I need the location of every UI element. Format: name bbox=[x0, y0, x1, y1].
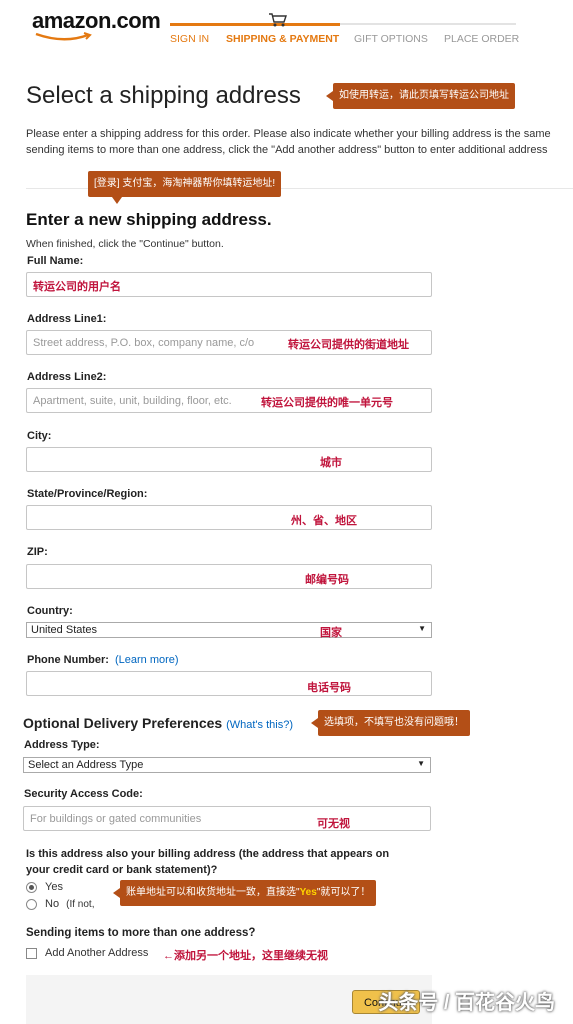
security-code-input[interactable]: For buildings or gated communities 可无视 bbox=[23, 806, 431, 831]
watermark: 头条号 / 百花谷火鸟 bbox=[378, 992, 555, 1014]
security-code-annotation: 可无视 bbox=[317, 818, 350, 830]
billing-annotation-note: 账单地址可以和收货地址一致，直接选"Yes"就可以了！ bbox=[112, 880, 377, 906]
address-type-value: Select an Address Type bbox=[28, 759, 144, 771]
state-input[interactable]: 州、省、地区 bbox=[26, 505, 432, 530]
step-place-order: PLACE ORDER bbox=[444, 33, 520, 45]
full-name-input[interactable]: 转运公司的用户名 bbox=[26, 272, 432, 297]
billing-question-line-2: your credit card or bank statement)? bbox=[26, 864, 218, 876]
billing-note-yes: Yes bbox=[299, 887, 317, 898]
billing-note-suffix: "就可以了！ bbox=[316, 887, 371, 898]
login-annotation-note: [登录] 支付宝，海淘神器帮你填转运地址! bbox=[88, 171, 282, 204]
zip-input[interactable]: 邮编号码 bbox=[26, 564, 432, 589]
address-line1-annotation: 转运公司提供的街道地址 bbox=[288, 339, 409, 351]
state-label: State/Province/Region: bbox=[27, 488, 148, 500]
billing-no-label[interactable]: No (If not, bbox=[45, 898, 94, 910]
full-name-annotation: 转运公司的用户名 bbox=[33, 281, 121, 293]
address-line2-label: Address Line2: bbox=[27, 371, 107, 383]
zip-annotation: 邮编号码 bbox=[305, 574, 349, 586]
address-line2-annotation: 转运公司提供的唯一单元号 bbox=[261, 397, 393, 409]
billing-question: Is this address also your billing addres… bbox=[26, 846, 426, 878]
intro-line-1: Please enter a shipping address for this… bbox=[26, 128, 551, 140]
intro-text: Please enter a shipping address for this… bbox=[26, 126, 573, 158]
billing-yes-label[interactable]: Yes bbox=[45, 881, 63, 893]
security-code-label: Security Access Code: bbox=[24, 788, 143, 800]
country-value: United States bbox=[31, 624, 98, 636]
billing-no-text: No bbox=[45, 898, 60, 910]
whats-this-link[interactable]: (What's this?) bbox=[226, 719, 293, 731]
billing-note-prefix: 账单地址可以和收货地址一致，直接选" bbox=[126, 887, 300, 898]
country-annotation: 国家 bbox=[320, 627, 342, 639]
address-line1-input[interactable]: Street address, P.O. box, company name, … bbox=[26, 330, 432, 355]
amazon-smile-icon bbox=[35, 32, 92, 41]
address-type-select[interactable]: Select an Address Type ▼ bbox=[23, 757, 431, 773]
add-another-address-label[interactable]: Add Another Address bbox=[45, 947, 148, 959]
phone-learn-more-link[interactable]: (Learn more) bbox=[115, 654, 179, 666]
zip-label: ZIP: bbox=[27, 546, 48, 558]
country-label: Country: bbox=[27, 605, 73, 617]
dropdown-arrow-icon: ▼ bbox=[418, 624, 426, 633]
add-another-address-annotation: ←添加另一个地址，这里继续无视 bbox=[163, 950, 328, 962]
add-another-address-checkbox[interactable] bbox=[26, 948, 37, 959]
billing-no-hint: (If not, bbox=[66, 899, 95, 910]
optional-annotation-note: 选填项，不填写也没有问题哦！ bbox=[311, 710, 470, 736]
full-name-label: Full Name: bbox=[27, 255, 84, 267]
billing-question-line-1: Is this address also your billing addres… bbox=[26, 848, 390, 860]
phone-input[interactable]: 电话号码 bbox=[26, 671, 432, 696]
step-gift-options: GIFT OPTIONS bbox=[354, 33, 428, 45]
address-line2-input[interactable]: Apartment, suite, unit, building, floor,… bbox=[26, 388, 432, 413]
multiple-address-question: Sending items to more than one address? bbox=[26, 927, 256, 939]
address-line1-placeholder: Street address, P.O. box, company name, … bbox=[33, 337, 255, 349]
address-line2-placeholder: Apartment, suite, unit, building, floor,… bbox=[33, 395, 232, 407]
intro-line-2: sending items to more than one address, … bbox=[26, 144, 548, 156]
billing-no-radio[interactable] bbox=[26, 899, 37, 910]
phone-label: Phone Number: (Learn more) bbox=[27, 654, 179, 666]
optional-heading: Optional Delivery Preferences (What's th… bbox=[23, 715, 293, 731]
step-sign-in[interactable]: SIGN IN bbox=[170, 33, 209, 45]
city-annotation: 城市 bbox=[320, 457, 342, 469]
title-annotation-note: 如使用转运，请此页填写转运公司地址 bbox=[326, 83, 515, 109]
address-type-label: Address Type: bbox=[24, 739, 100, 751]
page-title: Select a shipping address bbox=[26, 82, 301, 109]
step-shipping-payment: SHIPPING & PAYMENT bbox=[226, 33, 340, 45]
phone-label-text: Phone Number: bbox=[27, 654, 109, 666]
city-label: City: bbox=[27, 430, 52, 442]
address-line1-label: Address Line1: bbox=[27, 313, 107, 325]
phone-annotation: 电话号码 bbox=[307, 682, 351, 694]
form-hint: When finished, click the "Continue" butt… bbox=[26, 238, 224, 250]
form-heading: Enter a new shipping address. bbox=[26, 210, 272, 229]
optional-heading-text: Optional Delivery Preferences bbox=[23, 715, 223, 731]
security-code-placeholder: For buildings or gated communities bbox=[30, 813, 202, 825]
cart-icon bbox=[269, 13, 287, 27]
billing-yes-radio[interactable] bbox=[26, 882, 37, 893]
progress-fill bbox=[170, 23, 340, 26]
city-input[interactable]: 城市 bbox=[26, 447, 432, 472]
dropdown-arrow-icon: ▼ bbox=[417, 759, 425, 768]
state-annotation: 州、省、地区 bbox=[291, 515, 357, 527]
country-select[interactable]: United States 国家 ▼ bbox=[26, 622, 432, 639]
